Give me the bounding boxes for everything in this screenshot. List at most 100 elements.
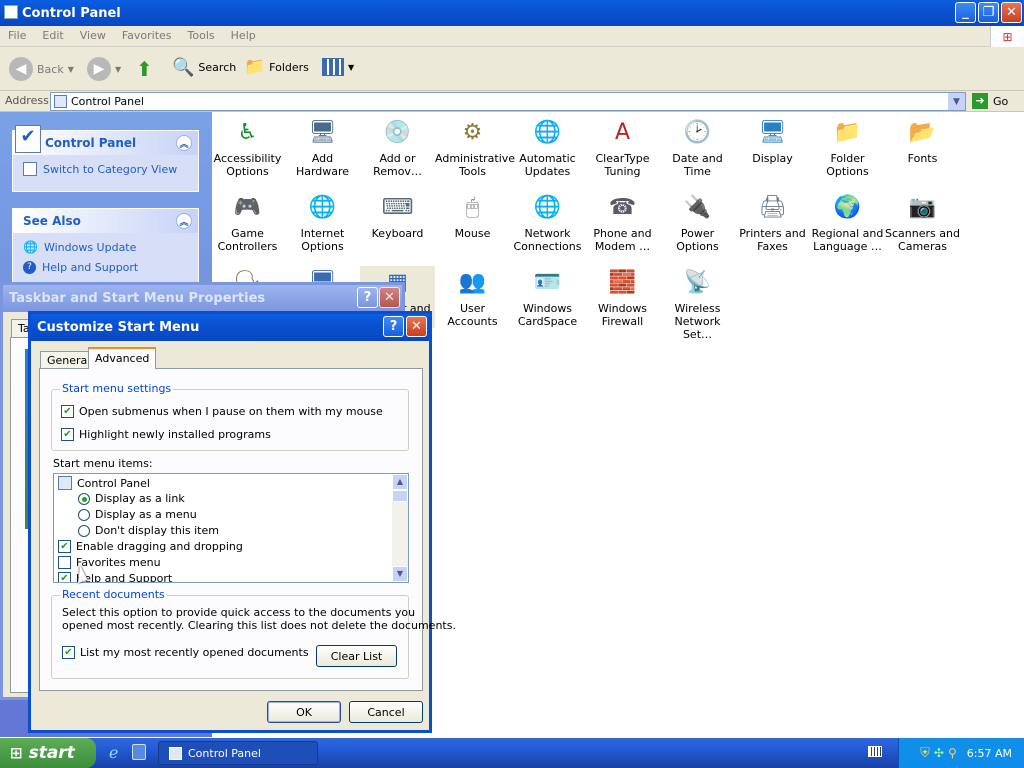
windows-update-link[interactable]: 🌐 Windows Update: [13, 237, 198, 257]
folders-button[interactable]: 📁 Folders: [244, 57, 309, 77]
security-shield-icon[interactable]: ⛨: [920, 746, 930, 761]
icon-label-line2: Modem …: [594, 240, 651, 253]
up-button[interactable]: ⬆: [136, 57, 153, 81]
icon-regional-and-language[interactable]: 🌍 Regional and Language …: [810, 191, 885, 253]
icon-administrative-tools[interactable]: ⚙ Administrative Tools: [435, 116, 515, 178]
icon-label-line2: Controllers: [217, 240, 278, 253]
collapse-chevron-icon[interactable]: ︽: [176, 135, 192, 151]
icon-label-line1: ClearType: [595, 152, 650, 165]
scroll-up-icon[interactable]: ▲: [392, 474, 408, 490]
radio-display-link[interactable]: Display as a link: [78, 492, 185, 505]
address-field[interactable]: Control Panel ▼: [50, 92, 966, 111]
minimize-button[interactable]: _: [955, 2, 976, 23]
enable-dragging-checkbox[interactable]: ✔ Enable dragging and dropping: [58, 540, 243, 553]
icon-label-line1: Printers and: [739, 227, 806, 240]
help-support-link[interactable]: ? Help and Support: [13, 257, 198, 277]
checkbox-checked: ✔: [62, 646, 75, 659]
icon-mouse[interactable]: 🖱 Mouse: [435, 191, 510, 240]
icon-fonts[interactable]: 📂 Fonts: [885, 116, 960, 165]
search-button[interactable]: 🔍 Search: [172, 57, 236, 78]
start-menu-items-list[interactable]: Control Panel Display as a link Display …: [53, 473, 409, 583]
keyboard-tray-icon[interactable]: [868, 746, 882, 757]
applet-icon: ⌨: [381, 194, 414, 220]
tab-advanced[interactable]: Advanced: [88, 347, 157, 369]
back-button[interactable]: ◀ Back ▼: [9, 57, 74, 81]
applet-icon: 💿: [383, 119, 412, 145]
collapse-chevron-icon[interactable]: ︽: [176, 213, 192, 229]
icon-label-line2: Options: [226, 165, 269, 178]
back-arrow-icon: ◀: [9, 57, 33, 81]
radio-unselected: [78, 524, 90, 537]
icon-label-line1: Regional and: [811, 227, 884, 240]
applet-icon: 🪪: [533, 269, 562, 295]
menu-favorites[interactable]: Favorites: [114, 26, 180, 45]
icon-add-hardware[interactable]: 🖥 Add Hardware: [285, 116, 360, 178]
icon-windows-firewall[interactable]: 🧱 Windows Firewall: [585, 266, 660, 328]
close-button[interactable]: ✕: [406, 316, 427, 337]
taskbar-task-control-panel[interactable]: Control Panel: [158, 741, 318, 765]
icon-power-options[interactable]: 🔌 Power Options: [660, 191, 735, 253]
scroll-thumb[interactable]: [392, 490, 408, 502]
menu-file[interactable]: File: [0, 26, 34, 45]
help-button[interactable]: ?: [357, 287, 378, 308]
list-scrollbar[interactable]: ▲ ▼: [392, 474, 408, 582]
icon-network-connections[interactable]: 🌐 Network Connections: [510, 191, 585, 253]
switch-category-link[interactable]: Switch to Category View: [13, 159, 198, 179]
radio-dont-display[interactable]: Don't display this item: [78, 524, 219, 537]
icon-label-line1: Keyboard: [371, 227, 424, 240]
maximize-button[interactable]: ❐: [978, 2, 999, 23]
open-submenus-checkbox[interactable]: ✔ Open submenus when I pause on them with…: [61, 405, 383, 418]
icon-date-and-time[interactable]: 🕑 Date and Time: [660, 116, 735, 178]
dropdown-arrow-icon[interactable]: ▼: [948, 93, 965, 110]
radio-display-menu[interactable]: Display as a menu: [78, 508, 197, 521]
search-tray-icon[interactable]: ⚲: [948, 746, 957, 760]
scroll-down-icon[interactable]: ▼: [392, 566, 408, 582]
icon-windows-cardspace[interactable]: 🪪 Windows CardSpace: [510, 266, 585, 328]
views-icon: [322, 58, 344, 76]
icon-label-line2: Remov…: [373, 165, 422, 178]
explorer-quicklaunch-icon[interactable]: [132, 744, 146, 760]
menu-edit[interactable]: Edit: [34, 26, 71, 45]
see-also-header[interactable]: See Also ︽: [13, 209, 198, 233]
icon-add-or-remov[interactable]: 💿 Add or Remov…: [360, 116, 435, 178]
icon-label-line1: Mouse: [454, 227, 491, 240]
icon-display[interactable]: 🖥 Display: [735, 116, 810, 165]
help-icon: ?: [23, 260, 36, 274]
icon-scanners-and-cameras[interactable]: 📷 Scanners and Cameras: [885, 191, 960, 253]
menu-help[interactable]: Help: [223, 26, 264, 45]
icon-label-line2: Language …: [813, 240, 882, 253]
icon-folder-options[interactable]: 📁 Folder Options: [810, 116, 885, 178]
icon-wireless-network-set[interactable]: 📡 Wireless Network Set…: [660, 266, 735, 341]
go-button[interactable]: ➜ Go: [972, 93, 1008, 109]
window-title: Control Panel: [22, 5, 121, 21]
icon-phone-and-modem[interactable]: ☎ Phone and Modem …: [585, 191, 660, 253]
menu-view[interactable]: View: [72, 26, 114, 45]
menu-tools[interactable]: Tools: [180, 26, 223, 45]
control-panel-box-header[interactable]: ✔ Control Panel ︽: [13, 125, 198, 155]
icon-internet-options[interactable]: 🌐 Internet Options: [285, 191, 360, 253]
cancel-button[interactable]: Cancel: [349, 701, 423, 723]
icon-label-line1: Wireless: [674, 302, 721, 315]
icon-automatic-updates[interactable]: 🌐 Automatic Updates: [510, 116, 585, 178]
highlight-programs-checkbox[interactable]: ✔ Highlight newly installed programs: [61, 428, 271, 441]
network-tray-icon[interactable]: ✣: [934, 746, 944, 760]
ok-button[interactable]: OK: [267, 701, 341, 723]
close-button[interactable]: ✕: [379, 287, 400, 308]
list-recent-docs-checkbox[interactable]: ✔ List my most recently opened documents: [62, 646, 309, 659]
icon-accessibility-options[interactable]: ♿ Accessibility Options: [210, 116, 285, 178]
icon-game-controllers[interactable]: 🎮 Game Controllers: [210, 191, 285, 253]
applet-icon: 🖱: [465, 194, 480, 220]
icon-cleartype-tuning[interactable]: A ClearType Tuning: [585, 116, 660, 178]
forward-button[interactable]: ▶ ▼: [87, 57, 121, 81]
icon-user-accounts[interactable]: 👥 User Accounts: [435, 266, 510, 328]
close-button[interactable]: ✕: [1001, 2, 1022, 23]
ie-quicklaunch-icon[interactable]: ℯ: [109, 743, 118, 762]
views-button[interactable]: ▼: [322, 58, 354, 76]
start-button[interactable]: ⊞ start: [0, 738, 96, 768]
icon-keyboard[interactable]: ⌨ Keyboard: [360, 191, 435, 240]
toolbar: ◀ Back ▼ ▶ ▼ ⬆ 🔍 Search 📁 Folders ▼: [0, 47, 1024, 91]
clear-list-button[interactable]: Clear List: [316, 645, 397, 667]
recent-documents-label: Recent documents: [60, 588, 167, 601]
help-button[interactable]: ?: [383, 316, 404, 337]
icon-printers-and-faxes[interactable]: 🖨 Printers and Faxes: [735, 191, 810, 253]
